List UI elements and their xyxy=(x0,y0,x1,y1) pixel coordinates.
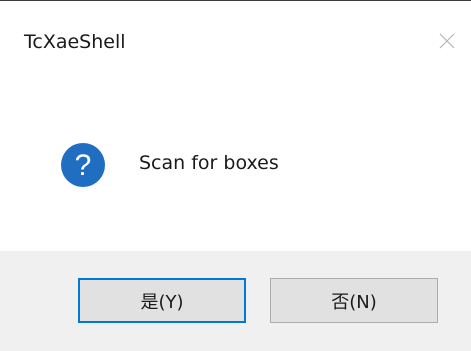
message-dialog: TcXaeShell ? Scan for boxes 是(Y) 否(N) xyxy=(0,0,471,351)
yes-button[interactable]: 是(Y) xyxy=(78,278,246,323)
window-title: TcXaeShell xyxy=(24,31,126,53)
button-bar: 是(Y) 否(N) xyxy=(0,251,471,351)
title-bar: TcXaeShell xyxy=(0,1,471,65)
message-text: Scan for boxes xyxy=(139,152,279,174)
no-button[interactable]: 否(N) xyxy=(270,278,438,323)
message-area: ? Scan for boxes xyxy=(0,65,471,251)
svg-text:?: ? xyxy=(75,149,92,182)
question-icon: ? xyxy=(61,143,105,187)
close-icon xyxy=(439,33,455,49)
close-button[interactable] xyxy=(427,23,467,59)
